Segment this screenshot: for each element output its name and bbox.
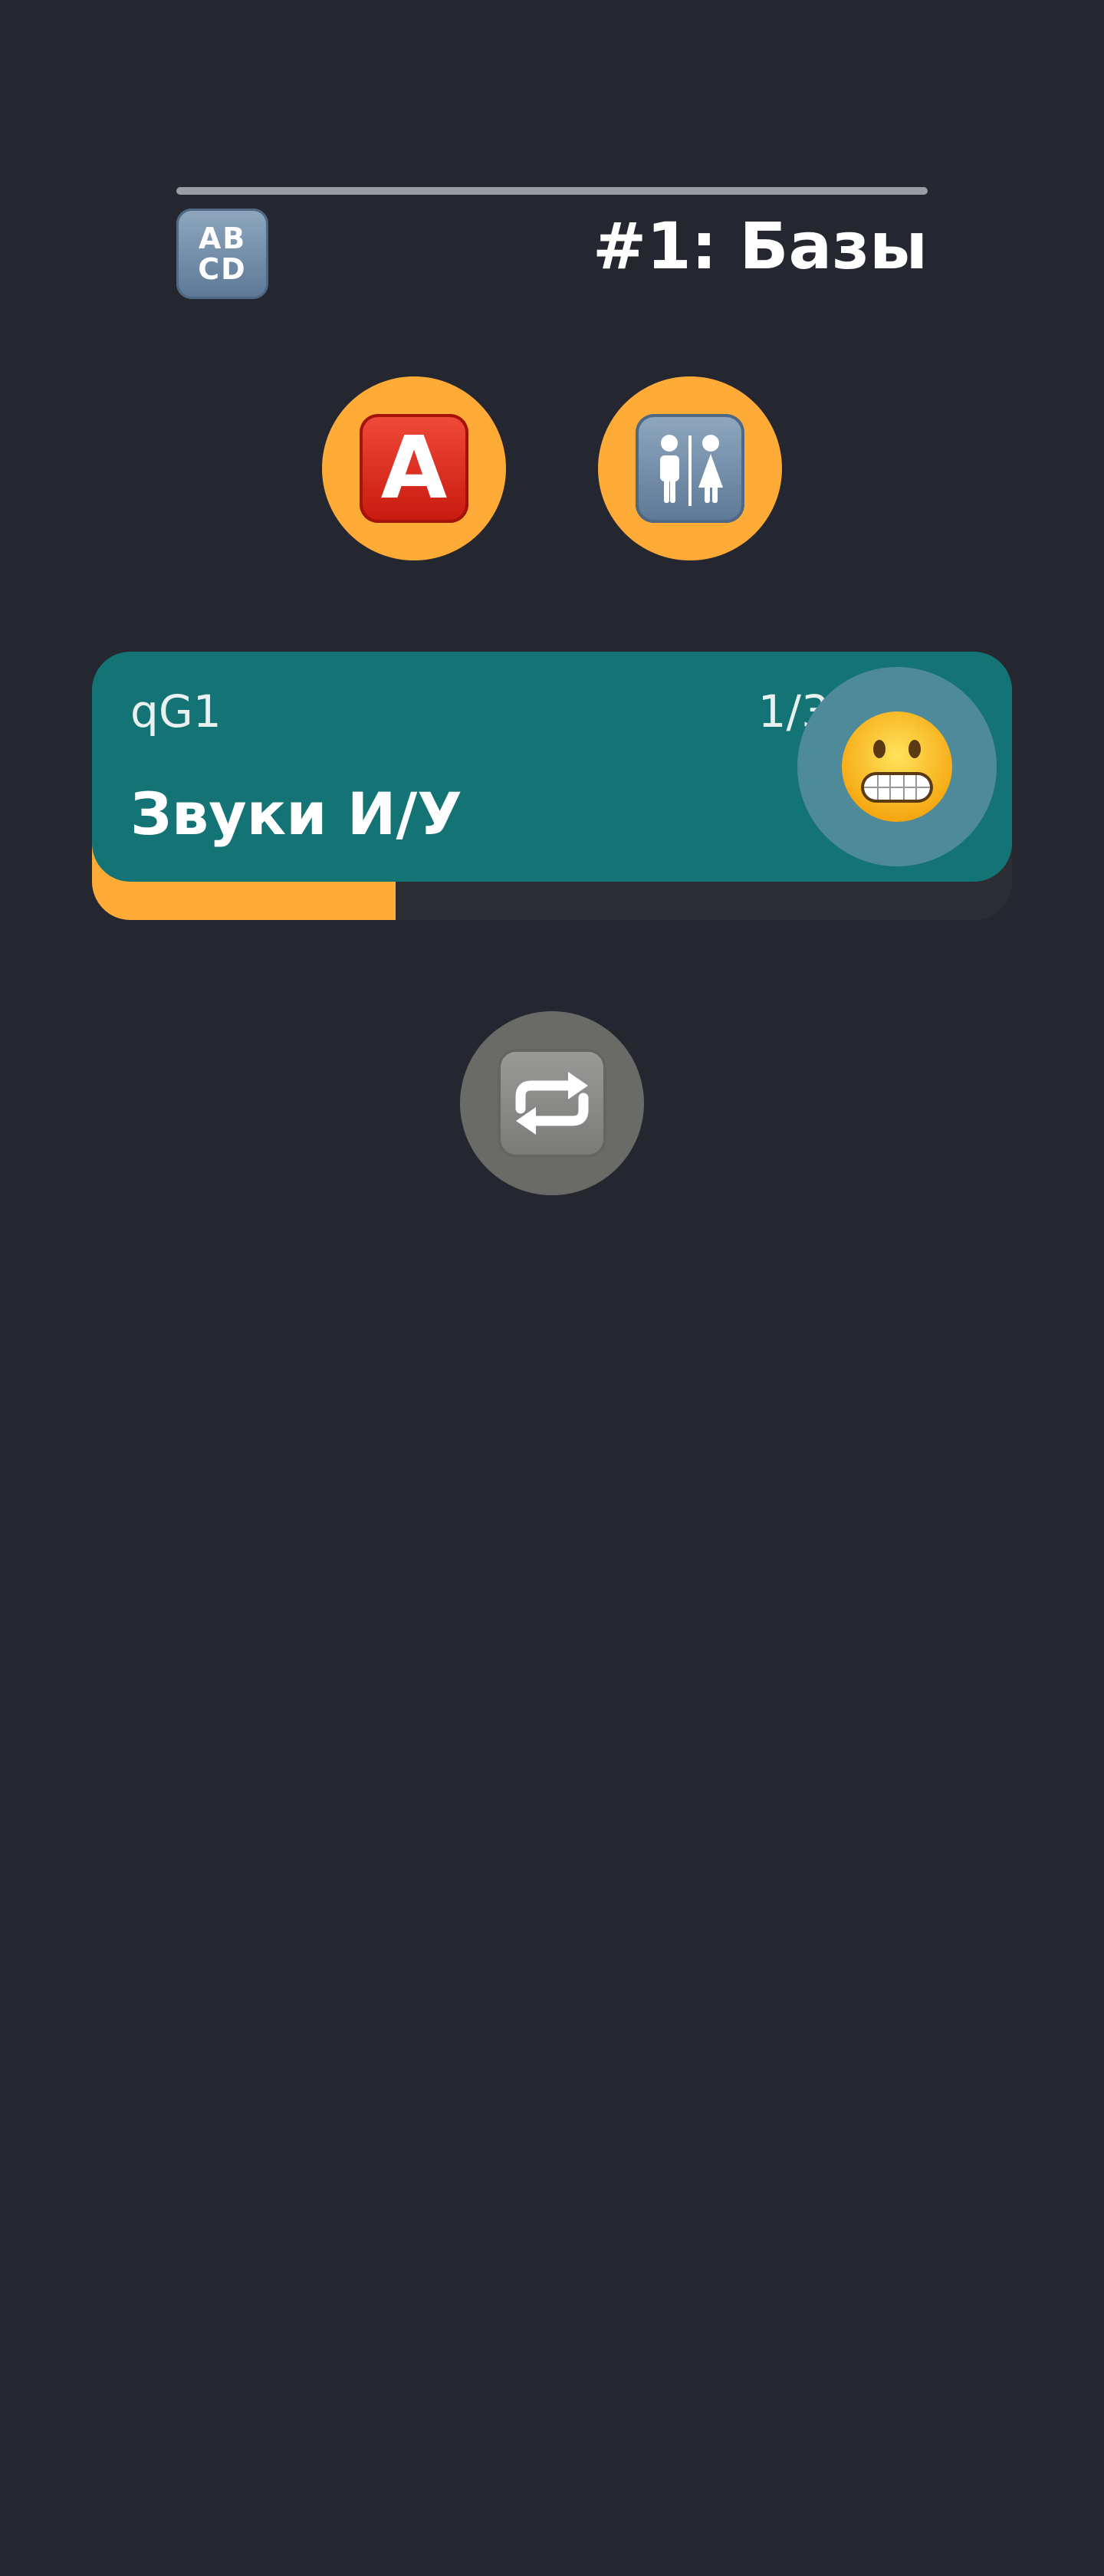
repeat-button[interactable] xyxy=(460,1011,644,1195)
lesson-code: qG1 xyxy=(130,685,222,738)
grimacing-face-icon xyxy=(842,711,952,822)
a-option-button[interactable]: A xyxy=(322,376,506,560)
abcd-line-1: AB xyxy=(198,222,247,255)
a-button-label: A xyxy=(380,419,448,518)
abcd-line-2: CD xyxy=(198,252,247,286)
abcd-icon[interactable]: AB CD xyxy=(176,209,268,299)
lesson-card-body: qG1 1/3 Звуки И/У xyxy=(92,652,1012,882)
a-button-icon: A xyxy=(360,414,468,523)
restroom-icon xyxy=(636,414,744,523)
lesson-title: Звуки И/У xyxy=(130,780,462,848)
page-title: #1: Базы xyxy=(592,209,928,284)
restroom-option-button[interactable] xyxy=(598,376,782,560)
header-divider xyxy=(176,187,928,195)
lesson-emoji-badge xyxy=(797,667,997,866)
repeat-icon xyxy=(498,1049,606,1158)
lesson-card[interactable]: qG1 1/3 Звуки И/У xyxy=(92,652,1012,920)
